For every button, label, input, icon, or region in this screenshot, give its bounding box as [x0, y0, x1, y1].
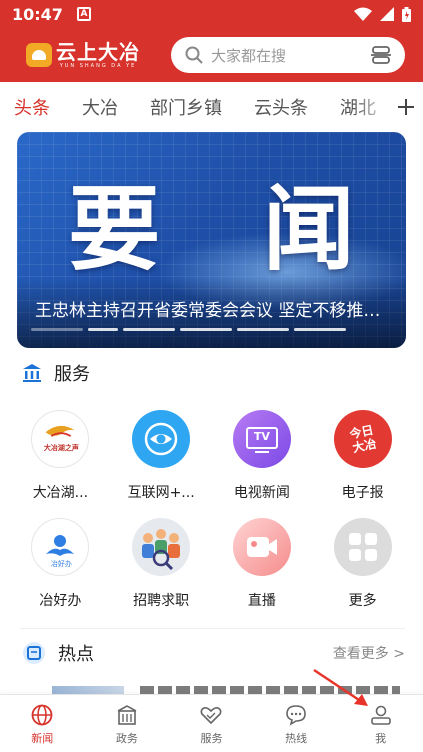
- hands-icon-text: 冶好办: [50, 560, 72, 568]
- add-channel-button[interactable]: [389, 82, 423, 132]
- chat-icon: [286, 705, 306, 726]
- banner-caption: 王忠林主持召开省委常委会会议 坚定不移推进高质量发展: [35, 301, 390, 321]
- service-label: 直播: [247, 593, 276, 609]
- plus-icon: [398, 99, 414, 115]
- radio-logo-text: 大冶湖之声: [43, 444, 79, 452]
- service-live[interactable]: 直播: [212, 518, 313, 610]
- banner-headline-char: 要: [68, 175, 161, 283]
- nav-label: 新闻: [31, 732, 54, 745]
- nav-services[interactable]: 服务: [169, 695, 254, 752]
- tab-daye[interactable]: 大冶: [82, 94, 118, 120]
- hot-title: 热点: [58, 644, 94, 665]
- logo-mark-icon: [26, 43, 52, 67]
- banner-headline-char: 闻: [262, 175, 355, 283]
- search-input[interactable]: 大家都在搜: [171, 37, 405, 73]
- search-placeholder: 大家都在搜: [211, 46, 287, 65]
- search-icon: [185, 46, 203, 64]
- banner-headline: 要 闻: [17, 174, 406, 284]
- logo-pinyin: YUN SHANG DA YE: [59, 63, 137, 69]
- service-internet-plus[interactable]: 互联网+...: [111, 410, 212, 502]
- app-header: 云上大冶 YUN SHANG DA YE 大家都在搜: [0, 28, 423, 82]
- newspaper-icon-text: 今日大冶: [347, 422, 378, 456]
- battery-icon: [402, 6, 411, 22]
- nav-label: 我: [375, 732, 387, 745]
- signal-icon: [380, 7, 394, 21]
- banner-dot[interactable]: [88, 328, 118, 331]
- tv-icon: TV: [232, 410, 291, 468]
- nav-label: 热线: [285, 732, 308, 745]
- person-icon: [370, 705, 391, 725]
- bank-icon: [23, 364, 41, 382]
- nav-label: 服务: [200, 732, 223, 745]
- status-time: 10:47: [12, 4, 63, 24]
- service-label: 互联网+...: [127, 485, 195, 501]
- notification-icon: A: [76, 7, 91, 21]
- scan-icon[interactable]: [371, 45, 391, 65]
- section-divider: [20, 628, 405, 629]
- channel-tabs: 头条 大冶 部门乡镇 云头条 湖北: [0, 82, 423, 132]
- service-label: 招聘求职: [133, 593, 190, 609]
- radio-logo-icon: 大冶湖之声: [31, 410, 90, 468]
- tab-cloud-headlines[interactable]: 云头条: [254, 94, 308, 120]
- service-label: 电视新闻: [233, 485, 290, 501]
- service-label: 冶好办: [39, 593, 82, 609]
- status-bar: 10:47 A: [0, 0, 423, 28]
- service-label: 更多: [348, 593, 377, 609]
- service-e-paper[interactable]: 今日大冶 电子报: [312, 410, 413, 502]
- view-more-link[interactable]: 查看更多 >: [333, 643, 405, 663]
- service-label: 电子报: [341, 485, 384, 501]
- tv-icon-text: TV: [253, 430, 270, 443]
- tab-fade: [353, 82, 393, 132]
- video-camera-icon: [232, 518, 291, 576]
- nav-label: 政务: [115, 732, 138, 745]
- grid-icon: [333, 518, 392, 576]
- service-recruitment[interactable]: 招聘求职: [111, 518, 212, 610]
- globe-icon: [31, 704, 53, 726]
- service-grid: 大冶湖之声 大冶湖... 互联网+... TV 电视新闻 今日大冶 电子报 冶好…: [10, 410, 413, 610]
- services-heading: 服务: [22, 360, 90, 386]
- wifi-icon: [354, 7, 372, 21]
- banner-dot[interactable]: [31, 328, 83, 331]
- building-icon: [117, 705, 137, 725]
- tab-departments[interactable]: 部门乡镇: [150, 94, 222, 120]
- calendar-icon: [23, 642, 45, 664]
- nav-news[interactable]: 新闻: [0, 695, 85, 752]
- banner-dot[interactable]: [180, 328, 232, 331]
- tab-headlines[interactable]: 头条: [14, 94, 50, 120]
- app-logo: 云上大冶 YUN SHANG DA YE: [26, 41, 140, 69]
- logo-text: 云上大冶: [56, 40, 140, 64]
- banner-dot[interactable]: [237, 328, 289, 331]
- service-zhb[interactable]: 冶好办 冶好办: [10, 518, 111, 610]
- service-radio[interactable]: 大冶湖之声 大冶湖...: [10, 410, 111, 502]
- news-banner[interactable]: 要 闻 王忠林主持召开省委常委会会议 坚定不移推进高质量发展: [17, 132, 406, 348]
- newspaper-icon: 今日大冶: [333, 410, 392, 468]
- hands-icon: 冶好办: [31, 518, 90, 576]
- banner-dot[interactable]: [123, 328, 175, 331]
- handshake-icon: [201, 707, 222, 725]
- service-label: 大冶湖...: [32, 485, 89, 501]
- service-more[interactable]: 更多: [312, 518, 413, 610]
- services-title: 服务: [54, 364, 90, 385]
- banner-pagination: [31, 328, 346, 331]
- eye-icon: [132, 410, 191, 468]
- hot-heading: 热点: [22, 640, 94, 666]
- people-search-icon: [132, 518, 191, 576]
- annotation-arrow-icon: [313, 668, 368, 706]
- banner-dot[interactable]: [294, 328, 346, 331]
- service-tv-news[interactable]: TV 电视新闻: [212, 410, 313, 502]
- nav-government[interactable]: 政务: [85, 695, 170, 752]
